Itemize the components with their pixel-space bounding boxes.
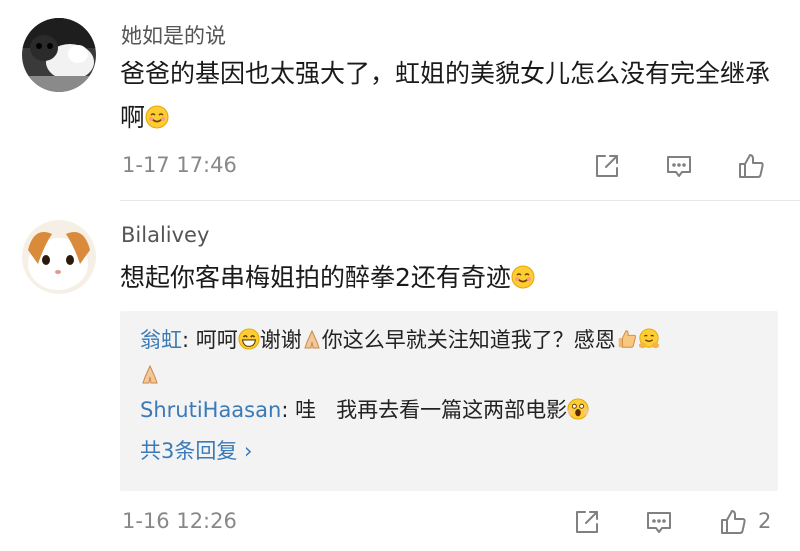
like-count: 2	[758, 509, 772, 533]
reply-item-1: 翁虹: 呵呵 谢谢 你这么早就关注知道我了？感恩	[140, 324, 762, 394]
grin-emoji	[238, 327, 260, 359]
share-icon	[596, 155, 618, 177]
comment-item-2: Bilalivey 想起你客串梅姐拍的醉拳2还有奇迹 翁虹: 呵呵 谢谢 你这么早就…	[0, 201, 800, 551]
timestamp: 1-17 17:46	[122, 153, 237, 177]
like-icon	[721, 510, 746, 534]
avatar[interactable]	[22, 220, 96, 294]
comment-text: 想起你客串梅姐拍的醉拳2还有奇迹	[120, 256, 770, 303]
reply-author[interactable]: 翁虹	[140, 328, 182, 352]
comment-item-1: 她如是的说 爸爸的基因也太强大了，虹姐的美貌女儿怎么没有完全继承啊 1-17 1…	[0, 0, 800, 200]
username[interactable]: 她如是的说	[121, 20, 226, 50]
praying-hands-emoji	[302, 327, 322, 359]
reply-box: 翁虹: 呵呵 谢谢 你这么早就关注知道我了？感恩 ShrutiHaasan: 哇 我…	[120, 311, 778, 491]
scream-emoji	[567, 397, 589, 429]
reply-item-2: ShrutiHaasan: 哇 我再去看一篇这两部电影	[140, 394, 762, 429]
reply-author[interactable]: ShrutiHaasan	[140, 398, 281, 422]
comment-button[interactable]	[644, 507, 678, 539]
username[interactable]: Bilalivey	[121, 223, 209, 247]
share-button[interactable]	[592, 151, 626, 183]
smile-emoji	[145, 99, 169, 143]
like-button[interactable]: 2	[718, 507, 788, 539]
comment-meta: 1-16 12:26 2	[120, 507, 776, 539]
comment-text: 爸爸的基因也太强大了，虹姐的美貌女儿怎么没有完全继承啊	[120, 52, 770, 143]
share-button[interactable]	[572, 507, 606, 539]
timestamp: 1-16 12:26	[122, 509, 237, 533]
comment-icon	[667, 156, 691, 177]
hug-emoji	[638, 327, 660, 359]
comment-button[interactable]	[664, 151, 698, 183]
praying-hands-emoji	[140, 362, 160, 394]
comment-meta: 1-17 17:46	[120, 151, 776, 183]
like-icon	[739, 154, 764, 178]
more-replies-link[interactable]: 共3条回复 ›	[140, 435, 252, 465]
like-button[interactable]	[736, 151, 770, 183]
comment-icon	[647, 512, 671, 533]
avatar[interactable]	[22, 18, 96, 92]
smile-emoji	[511, 259, 535, 303]
thumbs-up-emoji	[616, 327, 638, 359]
share-icon	[576, 511, 598, 533]
